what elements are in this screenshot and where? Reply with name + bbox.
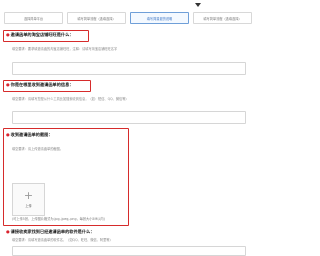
upload-label: 上传 bbox=[25, 204, 32, 208]
upload-button[interactable]: + 上传 bbox=[12, 183, 45, 216]
tab-fill-return-note[interactable]: 填写简易退货说明 bbox=[130, 12, 189, 24]
tab-fill-process-2[interactable]: 填写简单流程（选填选择） bbox=[193, 12, 252, 24]
question-2-title: ●你是在哪里收到邀请函单的信息： bbox=[6, 82, 74, 87]
question-3-title: ●收到邀请函单的截图： bbox=[6, 132, 53, 137]
bullet-icon: ● bbox=[6, 229, 10, 234]
question-1-hint: 填空要求：要求填邀请函的淘宝店铺旺旺，注释：请填写淘宝店铺旺旺名字 bbox=[12, 47, 118, 51]
question-1-title: ●邀请函单的淘宝店铺旺旺是什么： bbox=[6, 32, 74, 37]
bullet-icon: ● bbox=[6, 132, 10, 137]
question-3-hint: 填空要求：请上传邀请函单的截图。 bbox=[12, 147, 63, 151]
question-2-input[interactable] bbox=[12, 111, 246, 124]
question-2-hint: 填空要求：请填写您是从什么工具比如搜索收到信息，（如：短信、QQ、微信等） bbox=[12, 97, 129, 101]
question-1-input[interactable] bbox=[12, 62, 246, 75]
step-tabs: 选择简单平台 填写简单流程（选填选择） 填写简易退货说明 填写简单流程（选填选择… bbox=[4, 12, 252, 24]
question-4-hint: 填空要求：请填写邀请函单的软件名，（如QQ、旺旺、微信、阿里等） bbox=[12, 238, 113, 242]
upload-note: (可上传5张，上传图片格式为.jpg,.jpeg,.png，每张大小5M以内) bbox=[12, 217, 105, 221]
question-4-title: ●请接收卖家找到已经邀请函单的软件是什么： bbox=[6, 229, 95, 234]
tab-fill-process-1[interactable]: 填写简单流程（选填选择） bbox=[67, 12, 126, 24]
tab-select-platform[interactable]: 选择简单平台 bbox=[4, 12, 63, 24]
tab-indicator-caret-icon bbox=[195, 3, 201, 7]
plus-icon: + bbox=[23, 189, 34, 202]
bullet-icon: ● bbox=[6, 32, 10, 37]
bullet-icon: ● bbox=[6, 82, 10, 87]
